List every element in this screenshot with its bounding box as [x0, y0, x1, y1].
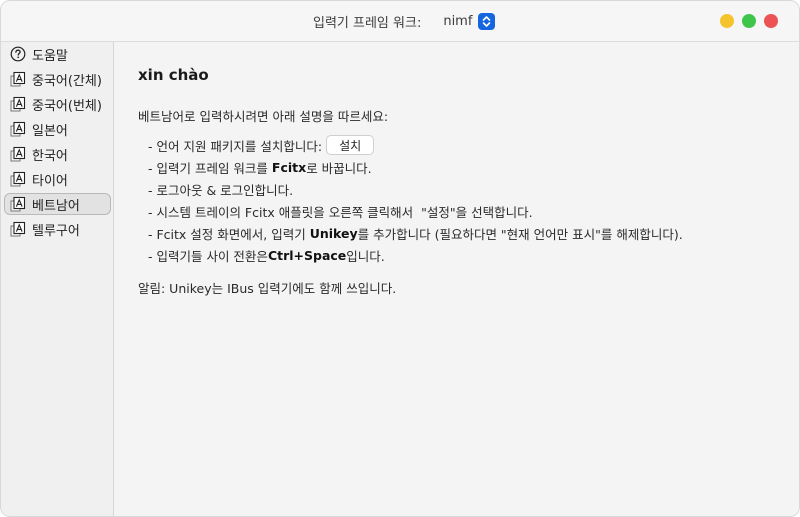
content-pane: xin chào 베트남어로 입력하시려면 아래 설명을 따르세요: - 언어 … — [114, 42, 799, 516]
step-emphasis: Unikey — [309, 225, 358, 241]
step-text: 로 바꿉니다. — [306, 160, 372, 176]
step-text: - 로그아웃 & 로그인합니다. — [148, 182, 294, 198]
help-circle-icon — [10, 46, 26, 62]
updown-chevron-icon — [483, 15, 491, 27]
sidebar-item-thai[interactable]: 타이어 — [4, 168, 111, 190]
sidebar-item-telugu[interactable]: 텔루구어 — [4, 218, 111, 240]
step-install: - 언어 지원 패키지를 설치합니다: 설치 — [148, 134, 375, 156]
step-change-framework: - 입력기 프레임 워크를 Fcitx 로 바꿉니다. — [148, 156, 372, 178]
page-title: xin chào — [138, 66, 209, 84]
sidebar-item-help[interactable]: 도움말 — [4, 43, 111, 65]
step-switch-shortcut: - 입력기들 사이 전환은 Ctrl+Space 입니다. — [148, 244, 385, 266]
intro-text: 베트남어로 입력하시려면 아래 설명을 따르세요: — [138, 109, 389, 124]
framework-selector-group: 입력기 프레임 워크: nimf — [313, 11, 496, 31]
step-text: - 언어 지원 패키지를 설치합니다: — [148, 138, 323, 154]
sidebar-item-label: 일본어 — [32, 123, 68, 139]
sidebar-item-label: 중국어(간체) — [32, 73, 102, 89]
sidebar-item-label: 중국어(번체) — [32, 98, 102, 114]
input-method-a-icon — [10, 171, 26, 187]
sidebar-item-chinese-simplified[interactable]: 중국어(간체) — [4, 68, 111, 90]
sidebar-item-korean[interactable]: 한국어 — [4, 143, 111, 165]
input-method-a-icon — [10, 146, 26, 162]
sidebar-item-vietnamese[interactable]: 베트남어 — [4, 193, 111, 215]
input-method-a-icon — [10, 196, 26, 212]
sidebar-item-chinese-traditional[interactable]: 중국어(번체) — [4, 93, 111, 115]
sidebar-item-japanese[interactable]: 일본어 — [4, 118, 111, 140]
step-emphasis: Fcitx — [271, 159, 307, 175]
titlebar: 입력기 프레임 워크: nimf — [1, 1, 799, 42]
install-button[interactable]: 설치 — [326, 135, 375, 155]
maximize-button[interactable] — [742, 14, 756, 28]
sidebar-item-label: 한국어 — [32, 148, 68, 164]
note-text: 알림: Unikey는 IBus 입력기에도 함께 쓰입니다. — [138, 281, 397, 296]
step-emphasis: Ctrl+Space — [267, 247, 347, 263]
framework-select-button[interactable] — [478, 12, 496, 30]
input-method-a-icon — [10, 71, 26, 87]
framework-label: 입력기 프레임 워크: — [313, 15, 422, 31]
step-text: - Fcitx 설정 화면에서, 입력기 — [148, 226, 310, 242]
step-open-settings: - 시스템 트레이의 Fcitx 애플릿을 오른쪽 클릭해서 "설정"을 선택합… — [148, 200, 533, 222]
step-text: 입니다. — [346, 248, 385, 264]
sidebar-item-label: 도움말 — [32, 48, 68, 64]
input-method-a-icon — [10, 121, 26, 137]
step-text: 를 추가합니다 (필요하다면 "현재 언어만 표시"를 해제합니다). — [357, 226, 683, 242]
sidebar-item-label: 베트남어 — [32, 198, 80, 214]
sidebar: 도움말 중국어(간체) 중국어(번체) 일본어 한국어 타이어 베트남어 텔루구… — [1, 42, 114, 516]
app-window: 입력기 프레임 워크: nimf 도움말 중국어(간체) 중국어(번체) 일본어… — [0, 0, 800, 517]
framework-select-value[interactable]: nimf — [443, 14, 472, 29]
sidebar-item-label: 텔루구어 — [32, 223, 80, 239]
close-button[interactable] — [764, 14, 778, 28]
step-text: - 입력기 프레임 워크를 — [148, 160, 272, 176]
sidebar-item-label: 타이어 — [32, 173, 68, 189]
step-relogin: - 로그아웃 & 로그인합니다. — [148, 178, 293, 200]
step-text: - 시스템 트레이의 Fcitx 애플릿을 오른쪽 클릭해서 "설정"을 선택합… — [148, 204, 533, 220]
step-text: - 입력기들 사이 전환은 — [148, 248, 268, 264]
input-method-a-icon — [10, 96, 26, 112]
input-method-a-icon — [10, 221, 26, 237]
minimize-button[interactable] — [720, 14, 734, 28]
step-add-unikey: - Fcitx 설정 화면에서, 입력기 Unikey 를 추가합니다 (필요하다… — [148, 222, 683, 244]
